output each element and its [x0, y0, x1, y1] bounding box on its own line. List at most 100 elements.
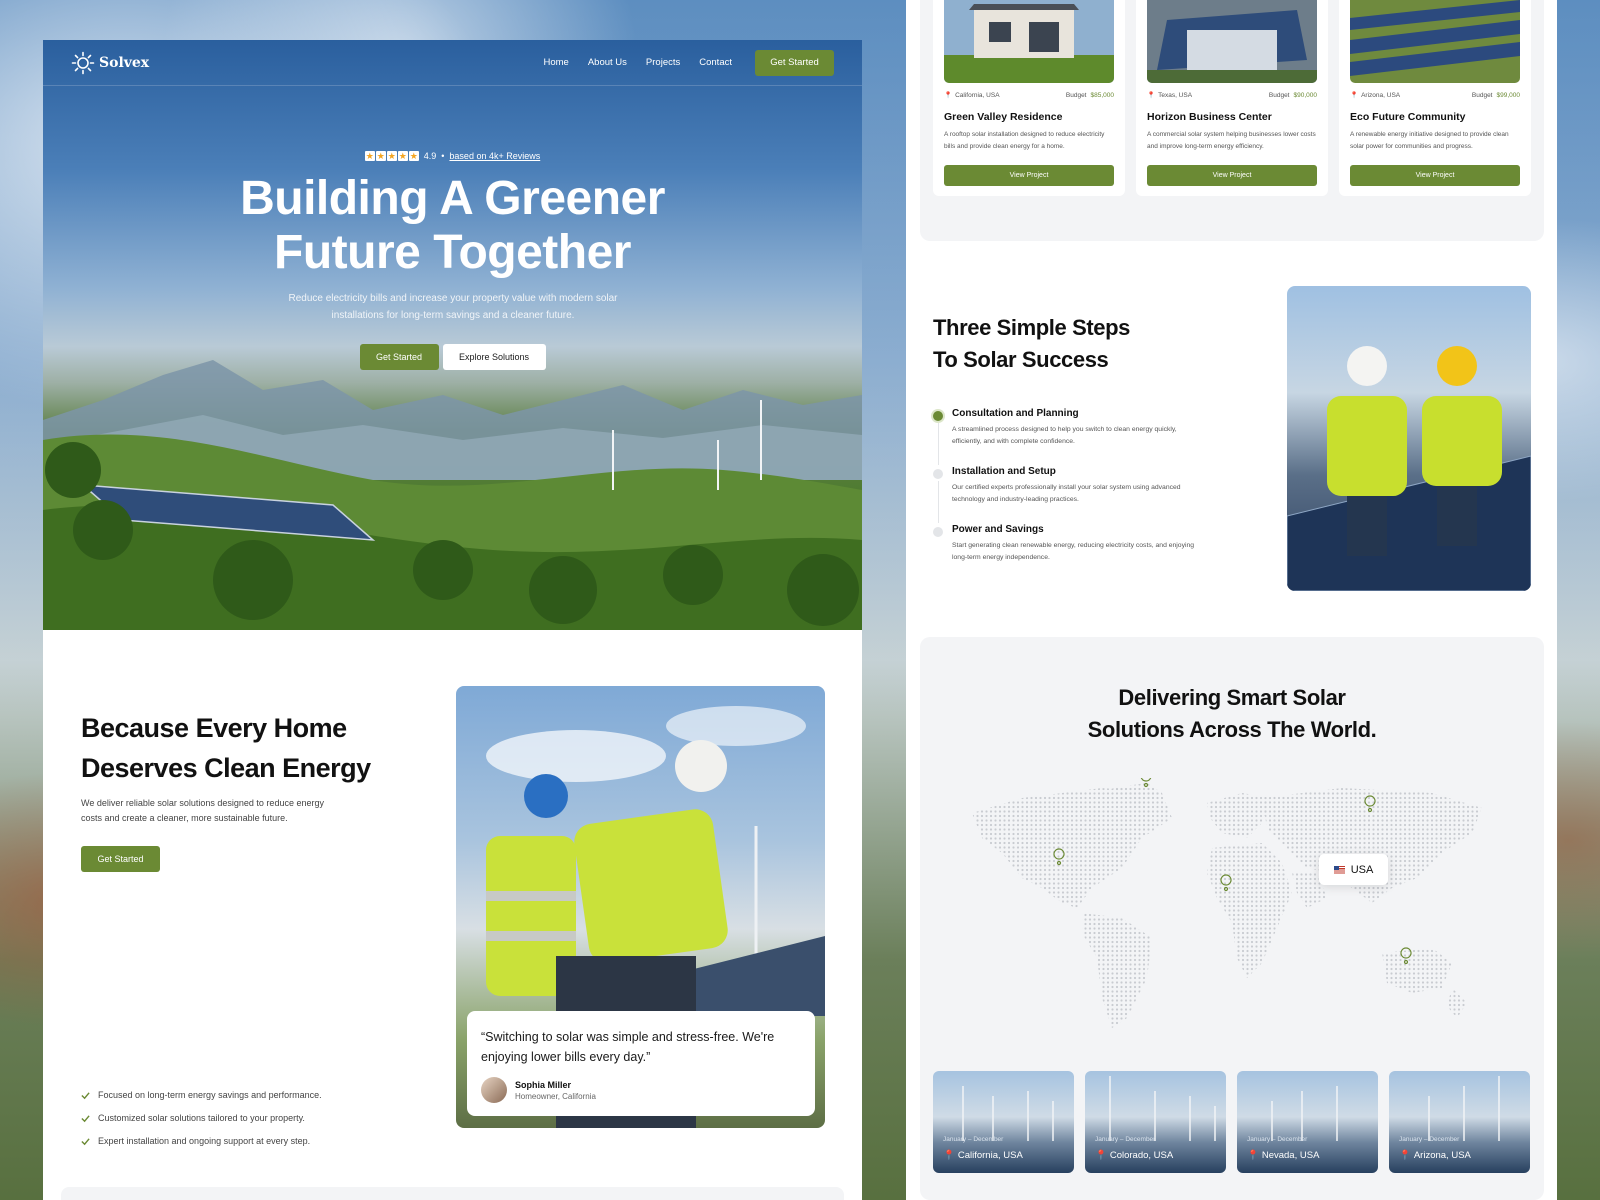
hero-get-started-button[interactable]: Get Started [359, 344, 439, 370]
step-title: Installation and Setup [952, 466, 1056, 477]
about-title-line-1: Because Every Home [81, 713, 347, 743]
project-desc: A commercial solar system helping busine… [1147, 131, 1316, 150]
location-date: January – December [1399, 1136, 1460, 1143]
explore-solutions-button[interactable]: Explore Solutions [442, 344, 546, 370]
project-card: 📍 California, USA Budget $85,000 Green V… [933, 0, 1125, 196]
view-project-button[interactable]: View Project [944, 165, 1114, 186]
location-card[interactable]: January – December 📍 Colorado, USA [1085, 1071, 1226, 1173]
project-location: California, USA [955, 91, 1000, 99]
benefit-text: Focused on long-term energy savings and … [98, 1090, 322, 1100]
nav-links: Home About Us Projects Contact Get Start… [544, 49, 834, 76]
budget-amount: $99,000 [1496, 91, 1521, 99]
location-card[interactable]: January – December 📍 California, USA [933, 1071, 1074, 1173]
nav-item-projects[interactable]: Projects [646, 57, 680, 68]
benefit-text: Expert installation and ongoing support … [98, 1136, 311, 1146]
city-name: Nevada, USA [1261, 1150, 1320, 1161]
step-desc: Our certified experts professionally ins… [952, 484, 1181, 503]
city-name: Arizona, USA [1413, 1150, 1471, 1161]
hero-title-line-2: Future Together [274, 226, 631, 279]
budget-label: Budget [1065, 91, 1087, 99]
nav-item-home[interactable]: Home [544, 57, 569, 68]
benefits-list: Focused on long-term energy savings and … [81, 1090, 322, 1159]
about-get-started-button[interactable]: Get Started [81, 846, 160, 872]
location-city: 📍 Arizona, USA [1399, 1150, 1471, 1161]
about-text: We deliver reliable solar solutions desi… [81, 798, 324, 823]
location-date: January – December [1247, 1136, 1308, 1143]
step-item: Power and Savings Start generating clean… [933, 524, 1213, 582]
check-icon [81, 1137, 90, 1145]
reviews-link[interactable]: based on 4k+ Reviews [449, 151, 540, 161]
project-name: Horizon Business Center [1147, 111, 1272, 123]
check-icon [81, 1114, 90, 1122]
brand-logo[interactable]: Solvex [71, 51, 149, 75]
step-item: Consultation and Planning A streamlined … [933, 408, 1213, 466]
step-dot [933, 469, 943, 479]
location-pin-icon: 📍 [1095, 1150, 1107, 1161]
hero-buttons: Get Started Explore Solutions [43, 344, 862, 370]
rating-value: 4.9 [423, 151, 437, 161]
nav-get-started-button[interactable]: Get Started [755, 49, 834, 76]
project-desc: A rooftop solar installation designed to… [944, 131, 1105, 150]
avatar [481, 1077, 507, 1103]
landing-page-right: 📍 California, USA Budget $85,000 Green V… [906, 0, 1557, 1200]
project-meta: 📍 California, USA Budget $85,000 [944, 91, 1115, 100]
view-project-button[interactable]: View Project [1350, 165, 1520, 186]
dotted-world-map [972, 778, 1482, 1028]
installers-illustration [1287, 346, 1531, 591]
steps-timeline: Consultation and Planning A streamlined … [933, 408, 1213, 582]
star-icon: ★ [386, 151, 397, 161]
author-role: Homeowner, California [515, 1091, 596, 1101]
budget-amount: $85,000 [1090, 91, 1115, 99]
about-section: Because Every Home Deserves Clean Energy… [43, 630, 862, 1200]
star-rating: ★ ★ ★ ★ ★ [364, 151, 419, 161]
city-name: Colorado, USA [1109, 1150, 1174, 1161]
step-title: Power and Savings [952, 524, 1044, 535]
star-icon: ★ [375, 151, 386, 161]
project-desc: A renewable energy initiative designed t… [1350, 131, 1509, 150]
steps-title-line-1: Three Simple Steps [933, 315, 1130, 340]
step-connector [937, 423, 939, 465]
budget-amount: $90,000 [1293, 91, 1318, 99]
project-name: Eco Future Community [1350, 111, 1466, 123]
benefit-item: Customized solar solutions tailored to y… [81, 1113, 322, 1123]
city-name: California, USA [957, 1150, 1023, 1161]
view-project-button[interactable]: View Project [1147, 165, 1317, 186]
installers-photo [1287, 286, 1531, 591]
hero-title: Building A Greener Future Together [43, 172, 862, 280]
location-city: 📍 Nevada, USA [1247, 1150, 1319, 1161]
steps-title: Three Simple Steps To Solar Success [933, 312, 1130, 376]
country-name: USA [1350, 863, 1374, 876]
location-pin-icon: 📍 [943, 1150, 955, 1161]
top-navbar: Solvex Home About Us Projects Contact Ge… [43, 40, 862, 86]
project-location: Arizona, USA [1361, 91, 1401, 99]
star-icon: ★ [408, 151, 419, 161]
about-title-line-2: Deserves Clean Energy [81, 753, 371, 783]
nav-item-contact[interactable]: Contact [699, 57, 732, 68]
location-city: 📍 Colorado, USA [1095, 1150, 1173, 1161]
project-card: 📍 Texas, USA Budget $90,000 Horizon Busi… [1136, 0, 1328, 196]
location-date: January – December [943, 1136, 1004, 1143]
location-card[interactable]: January – December 📍 Arizona, USA [1389, 1071, 1530, 1173]
step-desc: Start generating clean renewable energy,… [952, 542, 1195, 561]
project-card: 📍 Arizona, USA Budget $99,000 Eco Future… [1339, 0, 1531, 196]
step-desc: A streamlined process designed to help y… [952, 426, 1177, 445]
project-image-house [944, 0, 1114, 83]
star-icon: ★ [397, 151, 408, 161]
location-card[interactable]: January – December 📍 Nevada, USA [1237, 1071, 1378, 1173]
about-title: Because Every Home Deserves Clean Energy [81, 708, 421, 788]
budget-label: Budget [1471, 91, 1493, 99]
hero-title-line-1: Building A Greener [240, 172, 665, 225]
testimonial-card: “Switching to solar was simple and stres… [467, 1011, 815, 1116]
project-meta: 📍 Arizona, USA Budget $99,000 [1350, 91, 1521, 100]
benefit-item: Expert installation and ongoing support … [81, 1136, 322, 1146]
rating-row: ★ ★ ★ ★ ★ 4.9 • based on 4k+ Reviews [43, 151, 862, 161]
step-dot-active [933, 411, 943, 421]
star-icon: ★ [364, 151, 375, 161]
location-pin-icon: 📍 [1247, 1150, 1259, 1161]
steps-title-line-2: To Solar Success [933, 347, 1109, 372]
next-section-edge [61, 1187, 844, 1200]
country-tooltip[interactable]: USA [1319, 854, 1388, 885]
us-flag-icon [1333, 865, 1345, 874]
step-title: Consultation and Planning [952, 408, 1079, 419]
nav-item-about[interactable]: About Us [588, 57, 627, 68]
